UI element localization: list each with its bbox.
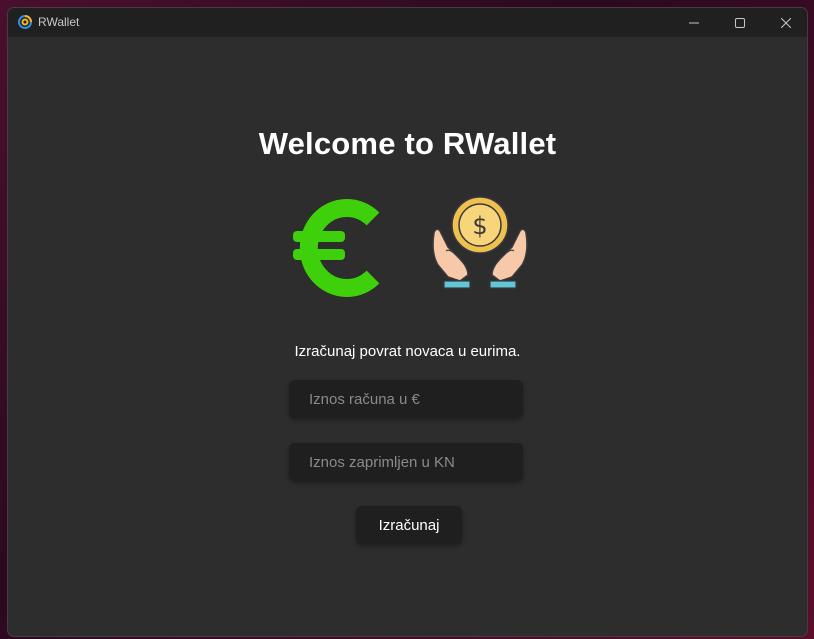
maximize-button[interactable] [717, 8, 763, 37]
euro-icon [293, 199, 380, 297]
maximize-icon [735, 17, 745, 28]
page-title: Welcome to RWallet [258, 126, 557, 161]
received-amount-input[interactable] [289, 443, 523, 481]
bill-amount-input[interactable] [289, 380, 523, 418]
window-title: RWallet [38, 15, 80, 29]
title-bar[interactable]: RWallet [8, 8, 807, 37]
hands-coin-icon: $ [432, 196, 528, 289]
close-icon [781, 17, 791, 28]
calculate-button[interactable]: Izračunaj [356, 506, 462, 544]
minimize-button[interactable] [671, 8, 717, 37]
rwallet-logo-icon [18, 15, 32, 29]
svg-text:$: $ [472, 212, 487, 240]
minimize-icon [689, 22, 699, 23]
close-button[interactable] [763, 8, 807, 37]
main-content: Welcome to RWallet $ Izračunaj povrat no… [8, 37, 807, 636]
app-window: RWallet Welcome to RWallet $ Izračunaj p… [7, 7, 808, 637]
subtitle: Izračunaj povrat novaca u eurima. [294, 343, 521, 360]
